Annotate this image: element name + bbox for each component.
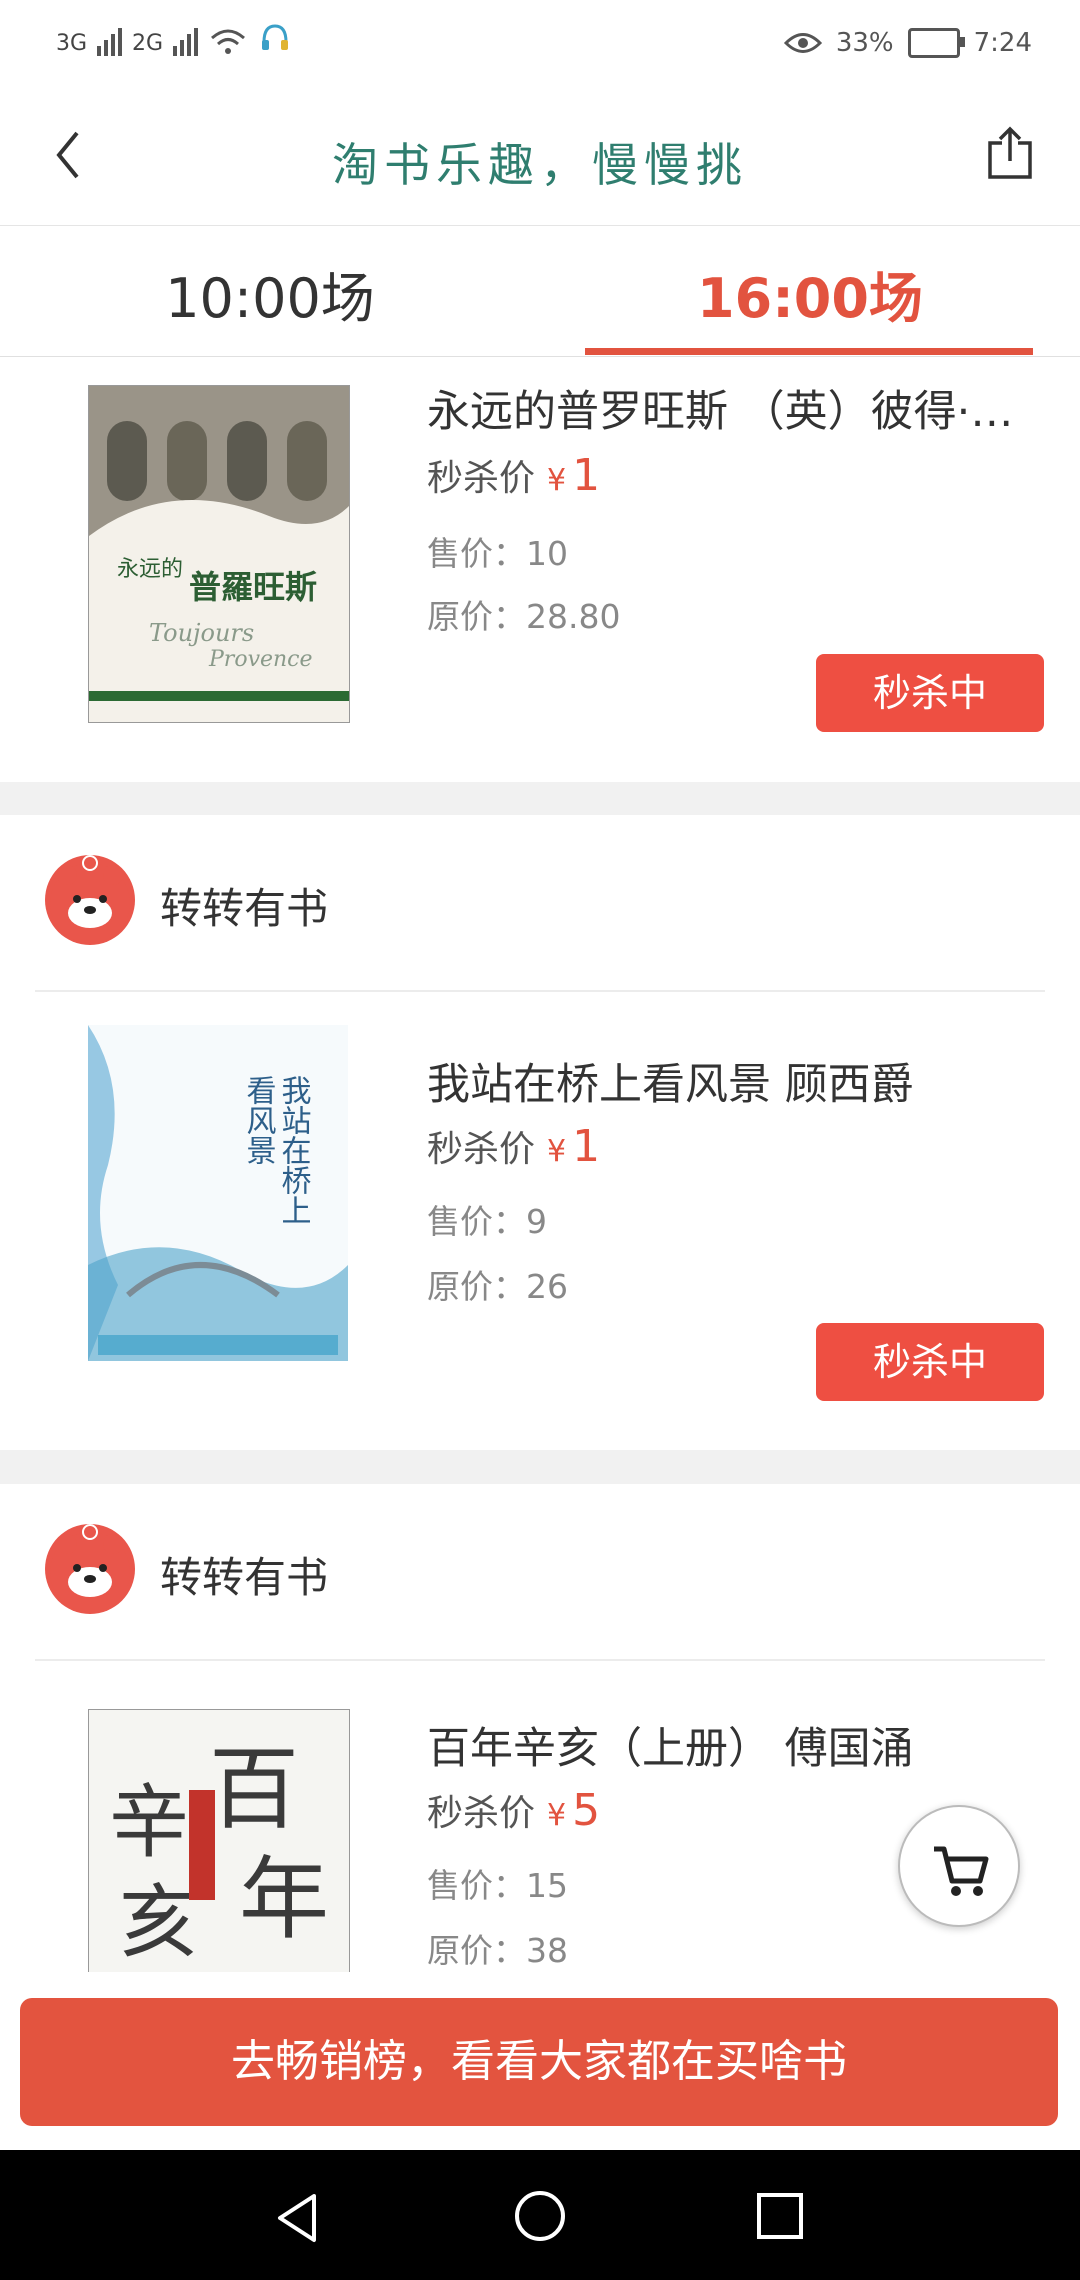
- nav-home-icon[interactable]: [512, 2188, 568, 2244]
- cart-icon: [934, 1846, 989, 1896]
- book-card[interactable]: 转转有书 我站在桥上 看风景 我站在桥上看风景 顾西爵 秒杀价 ¥1 售价：9 原…: [0, 815, 1080, 1450]
- book-cover-art: 我站在桥上 看风景: [88, 1025, 348, 1361]
- original-price: 原价：26: [427, 1267, 568, 1306]
- headset-icon: [262, 24, 289, 50]
- shop-name: 转转有书: [160, 884, 329, 933]
- cover-title-main: 普羅旺斯: [189, 568, 317, 606]
- network-2g-label: 2G: [132, 31, 164, 56]
- book-card[interactable]: 永远的 普羅旺斯 Toujours Provence 永远的普罗旺斯 （英）彼得…: [0, 357, 1080, 782]
- flash-label: 秒杀价: [427, 458, 536, 499]
- bestseller-banner-button[interactable]: 去畅销榜，看看大家都在买啥书: [20, 1998, 1058, 2126]
- sale-price: 售价：10: [427, 534, 568, 573]
- wifi-icon: [211, 29, 246, 54]
- shop-row[interactable]: 转转有书: [35, 815, 1045, 992]
- book-cover-art: 永远的 普羅旺斯 Toujours Provence: [89, 386, 349, 701]
- currency-symbol: ¥: [547, 463, 567, 498]
- cover-title-small: 永远的: [117, 557, 183, 582]
- system-nav-bar: [0, 2150, 1080, 2280]
- cart-button[interactable]: [898, 1805, 1020, 1927]
- shop-row[interactable]: 转转有书: [35, 1484, 1045, 1661]
- book-cover: 百 年 辛 亥: [88, 1709, 350, 1972]
- book-title[interactable]: 永远的普罗旺斯 （英）彼得·…: [427, 377, 1047, 439]
- active-tab-indicator: [585, 348, 1033, 355]
- sale-price: 售价：15: [427, 1866, 568, 1905]
- signal-icon: [97, 26, 123, 56]
- tab-16-00[interactable]: 16:00场: [540, 254, 1080, 333]
- eye-comfort-icon: [783, 33, 822, 53]
- bottom-banner-area: 去畅销榜，看看大家都在买啥书: [0, 1972, 1080, 2150]
- flash-sale-button[interactable]: 秒杀中: [816, 654, 1044, 732]
- sale-price: 售价：9: [427, 1202, 547, 1241]
- flash-price-row: 秒杀价 ¥5: [427, 1784, 600, 1836]
- currency-symbol: ¥: [547, 1798, 567, 1833]
- cover-subtitle-2: Provence: [208, 647, 313, 672]
- flash-label: 秒杀价: [427, 1793, 536, 1834]
- cover-char-1: 百: [209, 1737, 299, 1842]
- network-3g-label: 3G: [56, 31, 88, 56]
- status-right: 33% 7:24: [783, 28, 1032, 58]
- battery-icon: [907, 28, 965, 58]
- cover-char-2: 年: [239, 1847, 329, 1952]
- book-cover-art: 百 年 辛 亥: [89, 1710, 349, 1972]
- battery-percent: 33%: [835, 28, 894, 58]
- bear-logo-icon: [45, 1524, 135, 1614]
- page-title: 淘书乐趣，慢慢挑: [332, 138, 748, 192]
- shop-name: 转转有书: [160, 1553, 329, 1602]
- signal-icon-2: [173, 26, 199, 56]
- flash-price-row: 秒杀价 ¥1: [427, 1120, 600, 1172]
- cover-title-col2: 看风景: [241, 1075, 277, 1165]
- tab-10-00[interactable]: 10:00场: [0, 254, 540, 333]
- flash-price: 5: [572, 1785, 601, 1836]
- session-tabs: 10:00场 16:00场: [0, 226, 1080, 357]
- cover-char-3: 辛: [109, 1776, 189, 1869]
- status-left: 3G 2G: [56, 22, 292, 56]
- flash-label: 秒杀价: [427, 1129, 536, 1170]
- original-price: 原价：38: [427, 1931, 568, 1970]
- cover-char-4: 亥: [119, 1876, 199, 1969]
- flash-price: 1: [572, 1121, 601, 1172]
- currency-symbol: ¥: [547, 1134, 567, 1169]
- cover-subtitle: Toujours: [149, 619, 254, 647]
- original-price: 原价：28.80: [427, 597, 621, 636]
- book-cover: 永远的 普羅旺斯 Toujours Provence: [88, 385, 350, 723]
- nav-back-icon[interactable]: [270, 2190, 326, 2246]
- book-title[interactable]: 我站在桥上看风景 顾西爵: [427, 1050, 1047, 1112]
- share-icon[interactable]: [980, 123, 1040, 183]
- book-cover: 我站在桥上 看风景: [88, 1025, 348, 1361]
- bear-logo-icon: [45, 855, 135, 945]
- status-bar: 3G 2G 33% 7:24: [0, 0, 1080, 95]
- flash-price: 1: [572, 450, 601, 501]
- book-title[interactable]: 百年辛亥（上册） 傅国涌: [427, 1714, 1047, 1776]
- nav-recents-icon[interactable]: [754, 2190, 806, 2242]
- flash-price-row: 秒杀价 ¥1: [427, 449, 600, 501]
- app-header: 淘书乐趣，慢慢挑: [0, 95, 1080, 226]
- cover-title-col1: 我站在桥上: [276, 1075, 312, 1225]
- flash-sale-button[interactable]: 秒杀中: [816, 1323, 1044, 1401]
- clock: 7:24: [973, 28, 1032, 58]
